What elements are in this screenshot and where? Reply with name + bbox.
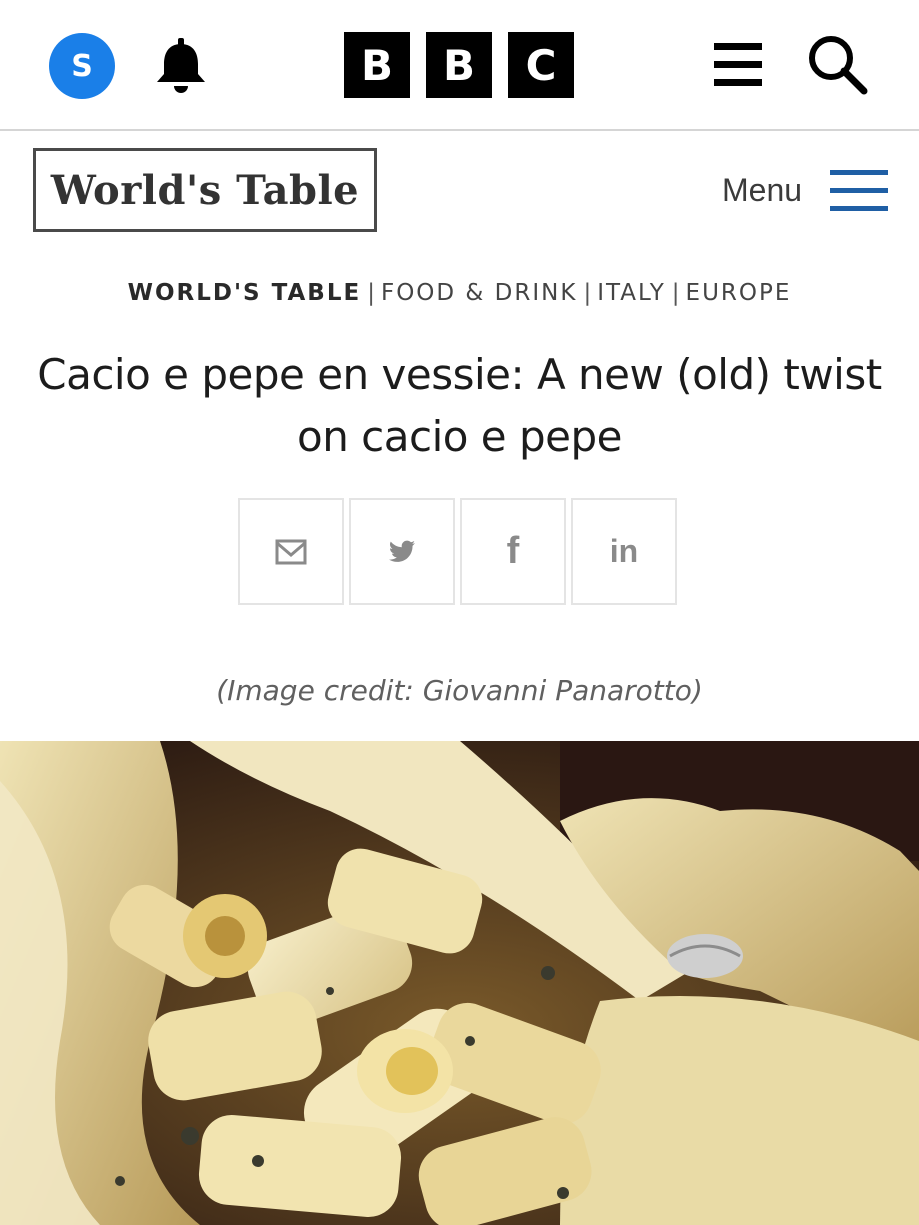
breadcrumb-item-food-drink[interactable]: FOOD & DRINK bbox=[381, 280, 577, 306]
worlds-table-logo-text: World's Table bbox=[50, 166, 360, 214]
image-credit: (Image credit: Giovanni Panarotto) bbox=[216, 674, 703, 707]
breadcrumb-item-italy[interactable]: ITALY bbox=[597, 280, 666, 306]
breadcrumb-separator: | bbox=[583, 280, 592, 306]
share-linkedin-button[interactable]: in bbox=[571, 498, 677, 605]
linkedin-icon: in bbox=[609, 533, 639, 569]
breadcrumb-separator: | bbox=[367, 280, 375, 306]
share-twitter-button[interactable] bbox=[349, 498, 455, 605]
worlds-table-logo[interactable]: World's Table bbox=[33, 148, 377, 232]
bbc-logo-block-2: B bbox=[426, 32, 492, 98]
bbc-top-bar: S B B C bbox=[0, 0, 919, 131]
bell-icon[interactable] bbox=[150, 36, 212, 98]
user-avatar[interactable]: S bbox=[49, 33, 115, 99]
twitter-icon bbox=[388, 540, 415, 562]
search-icon[interactable] bbox=[806, 33, 868, 95]
bbc-logo-block-3: C bbox=[508, 32, 574, 98]
pasta-illustration bbox=[0, 741, 919, 1225]
email-icon bbox=[275, 539, 307, 564]
bbc-logo-block-1: B bbox=[344, 32, 410, 98]
bbc-logo[interactable]: B B C bbox=[344, 32, 574, 98]
share-facebook-button[interactable]: f bbox=[460, 498, 566, 605]
avatar-initial: S bbox=[71, 48, 93, 84]
menu-icon[interactable] bbox=[714, 43, 762, 87]
section-menu-button[interactable]: Menu bbox=[722, 165, 892, 215]
breadcrumb-separator: | bbox=[671, 280, 680, 306]
share-email-button[interactable] bbox=[238, 498, 344, 605]
hero-image-pasta bbox=[0, 741, 919, 1225]
menu-label: Menu bbox=[722, 171, 803, 208]
facebook-icon: f bbox=[506, 530, 520, 572]
article-title: Cacio e pepe en vessie: A new (old) twis… bbox=[37, 350, 882, 461]
menu-lines-icon bbox=[830, 170, 888, 211]
breadcrumb-item-europe[interactable]: EUROPE bbox=[686, 280, 792, 306]
breadcrumb: WORLD'S TABLE | FOOD & DRINK | ITALY | EUROPE bbox=[0, 280, 919, 306]
breadcrumb-main[interactable]: WORLD'S TABLE bbox=[128, 280, 362, 306]
share-buttons: f in bbox=[238, 498, 677, 605]
